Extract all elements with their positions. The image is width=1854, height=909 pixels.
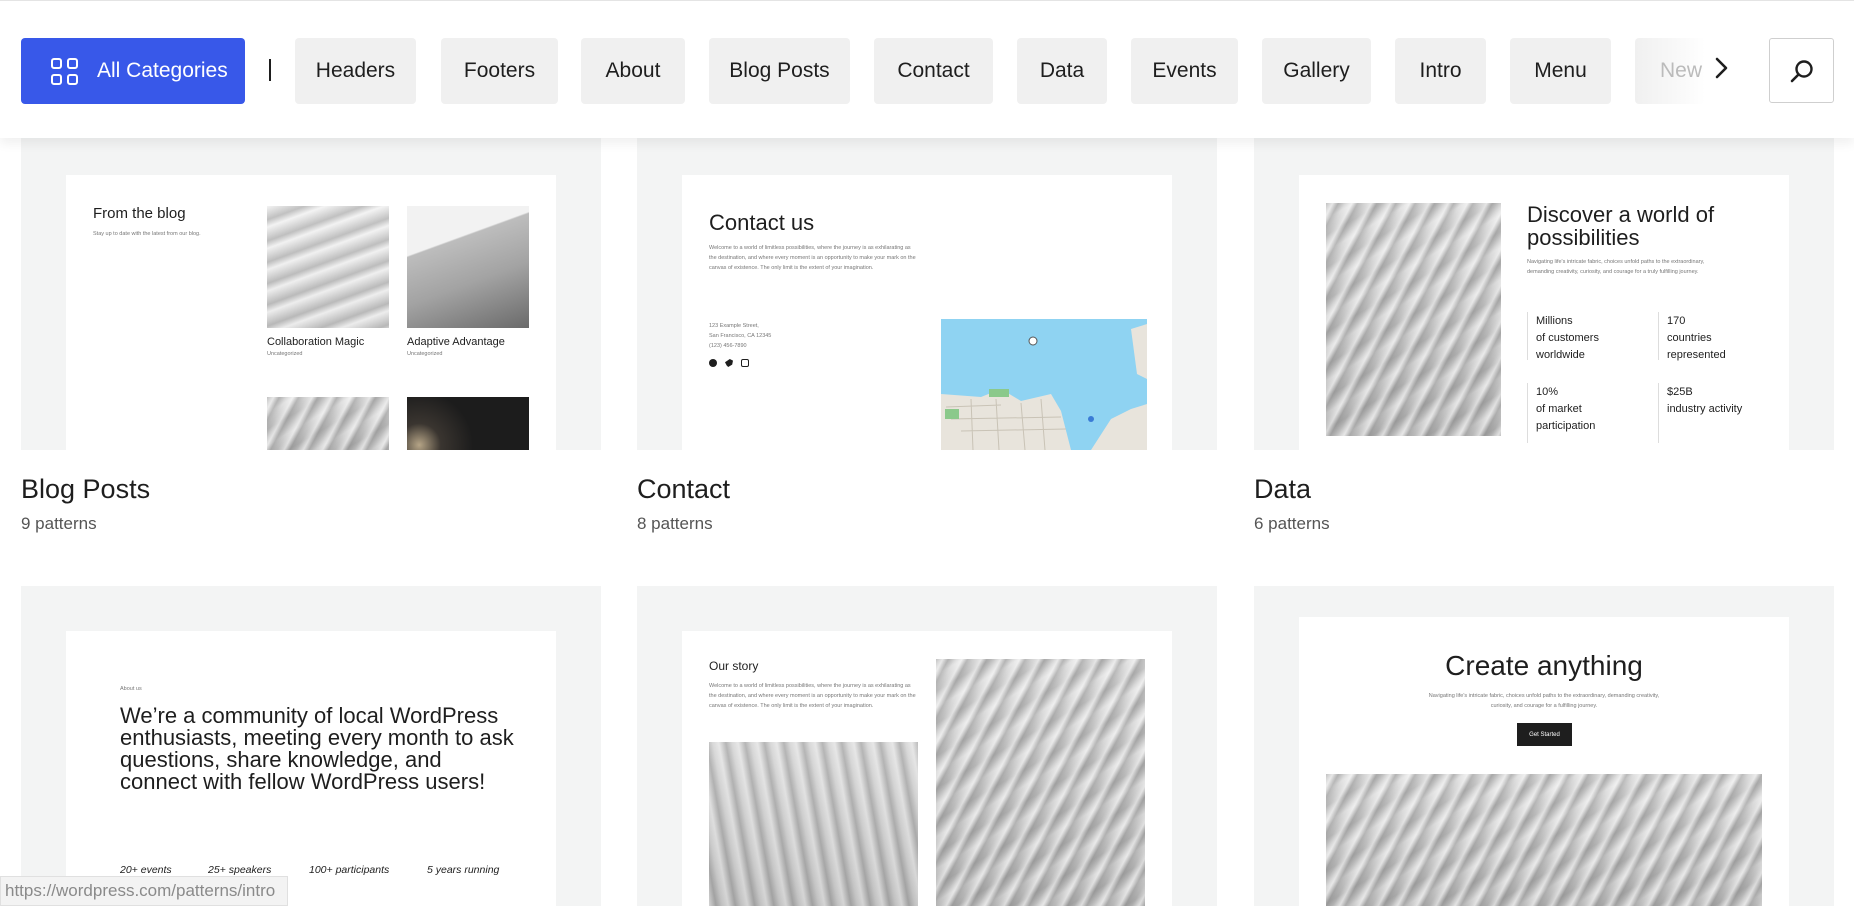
stat-value: 10%: [1536, 386, 1559, 398]
preview-heading: We’re a community of local WordPress ent…: [120, 703, 514, 794]
pattern-preview: Create anything Navigating life's intric…: [1299, 617, 1789, 906]
pattern-preview: Discover a world of possibilities Naviga…: [1299, 175, 1789, 450]
preview-body: Navigating life's intricate fabric, choi…: [1527, 259, 1705, 275]
all-categories-button[interactable]: All Categories: [21, 38, 245, 104]
post-category: Uncategorized: [267, 351, 303, 357]
stat-label: of market participation: [1536, 403, 1596, 432]
card-title[interactable]: Blog Posts: [21, 474, 150, 505]
category-new[interactable]: New: [1635, 38, 1705, 104]
pattern-card-data[interactable]: Discover a world of possibilities Naviga…: [1254, 128, 1834, 450]
story-image: [709, 742, 918, 906]
story-image: [936, 659, 1145, 906]
stat-label: industry activity: [1667, 403, 1743, 415]
divider: [1658, 383, 1659, 443]
fact: 20+ events: [120, 864, 172, 876]
category-data[interactable]: Data: [1017, 38, 1107, 104]
preview-heading: Our story: [709, 659, 759, 673]
preview-heading: From the blog: [93, 205, 186, 222]
preview-body: Welcome to a world of limitless possibil…: [709, 245, 916, 271]
post-image: [407, 206, 529, 328]
post-image: [267, 206, 389, 328]
get-started-button: Get Started: [1517, 723, 1572, 746]
preview-heading: Contact us: [709, 210, 815, 235]
status-bar-url: https://wordpress.com/patterns/intro: [0, 876, 289, 906]
fact: 25+ speakers: [208, 864, 272, 876]
card-title[interactable]: Data: [1254, 474, 1311, 505]
category-menu[interactable]: Menu: [1510, 38, 1611, 104]
post-image: [407, 397, 529, 450]
stat-item: 10% of market participation: [1536, 384, 1616, 435]
pattern-preview: From the blog Stay up to date with the l…: [66, 175, 556, 450]
stat-value: 170: [1667, 315, 1686, 327]
pattern-card-our-story[interactable]: Our story Welcome to a world of limitles…: [637, 586, 1217, 906]
category-about[interactable]: About: [581, 38, 685, 104]
pattern-card-blog-posts[interactable]: From the blog Stay up to date with the l…: [21, 128, 601, 450]
card-title[interactable]: Contact: [637, 474, 730, 505]
stat-item: Millions of customers worldwide: [1536, 313, 1646, 364]
pattern-preview: Our story Welcome to a world of limitles…: [682, 631, 1172, 906]
address-line: (123) 456-7890: [709, 343, 747, 349]
card-count: 9 patterns: [21, 514, 97, 533]
preview-body: Navigating life's intricate fabric, choi…: [1428, 693, 1660, 709]
divider: [1527, 383, 1528, 443]
category-headers[interactable]: Headers: [295, 38, 416, 104]
category-footers[interactable]: Footers: [441, 38, 558, 104]
category-contact[interactable]: Contact: [874, 38, 993, 104]
pattern-preview: Contact us Welcome to a world of limitle…: [682, 175, 1172, 450]
preview-body: Welcome to a world of limitless possibil…: [709, 683, 916, 709]
stat-value: $25B: [1667, 386, 1693, 398]
pattern-card-contact[interactable]: Contact us Welcome to a world of limitle…: [637, 128, 1217, 450]
category-blog-posts[interactable]: Blog Posts: [709, 38, 850, 104]
preview-subtitle: Stay up to date with the latest from our…: [93, 231, 201, 237]
chevron-right-icon[interactable]: [1706, 53, 1736, 83]
post-title: Collaboration Magic: [267, 336, 365, 348]
category-events[interactable]: Events: [1131, 38, 1238, 104]
pattern-card-intro[interactable]: Create anything Navigating life's intric…: [1254, 586, 1834, 906]
grid-icon: [51, 57, 78, 85]
category-bar: All Categories Headers Footers About Blo…: [0, 0, 1854, 138]
card-count: 6 patterns: [1254, 514, 1330, 533]
preview-heading: Discover a world of possibilities: [1527, 202, 1715, 250]
post-image: [267, 397, 389, 450]
preview-heading: Create anything: [1445, 650, 1643, 681]
stat-label: of customers worldwide: [1536, 332, 1599, 361]
post-category: Uncategorized: [407, 351, 443, 357]
facebook-icon[interactable]: [709, 359, 717, 367]
address-line: 123 Example Street,: [709, 323, 759, 329]
stat-value: Millions: [1536, 315, 1573, 327]
fact: 100+ participants: [309, 864, 390, 876]
pattern-card-about[interactable]: About us We’re a community of local Word…: [21, 586, 601, 906]
data-image: [1326, 203, 1501, 436]
address-line: San Francisco, CA 12345: [709, 333, 772, 339]
search-button[interactable]: [1769, 38, 1834, 103]
all-categories-label: All Categories: [97, 59, 228, 82]
stat-label: countries represented: [1667, 332, 1726, 361]
twitter-icon[interactable]: [725, 359, 733, 367]
intro-image: [1326, 774, 1762, 906]
stat-item: 170 countries represented: [1667, 313, 1747, 364]
preview-eyebrow: About us: [120, 686, 142, 692]
category-intro[interactable]: Intro: [1395, 38, 1486, 104]
card-count: 8 patterns: [637, 514, 713, 533]
pattern-preview: About us We’re a community of local Word…: [66, 631, 556, 906]
search-icon: [1790, 59, 1813, 82]
map-image: [941, 319, 1147, 450]
divider: [269, 59, 271, 81]
divider: [1527, 312, 1528, 360]
instagram-icon[interactable]: [741, 359, 749, 367]
post-title: Adaptive Advantage: [407, 336, 505, 348]
fact: 5 years running: [427, 864, 500, 876]
divider: [1658, 312, 1659, 360]
stat-item: $25B industry activity: [1667, 384, 1777, 418]
category-gallery[interactable]: Gallery: [1262, 38, 1371, 104]
